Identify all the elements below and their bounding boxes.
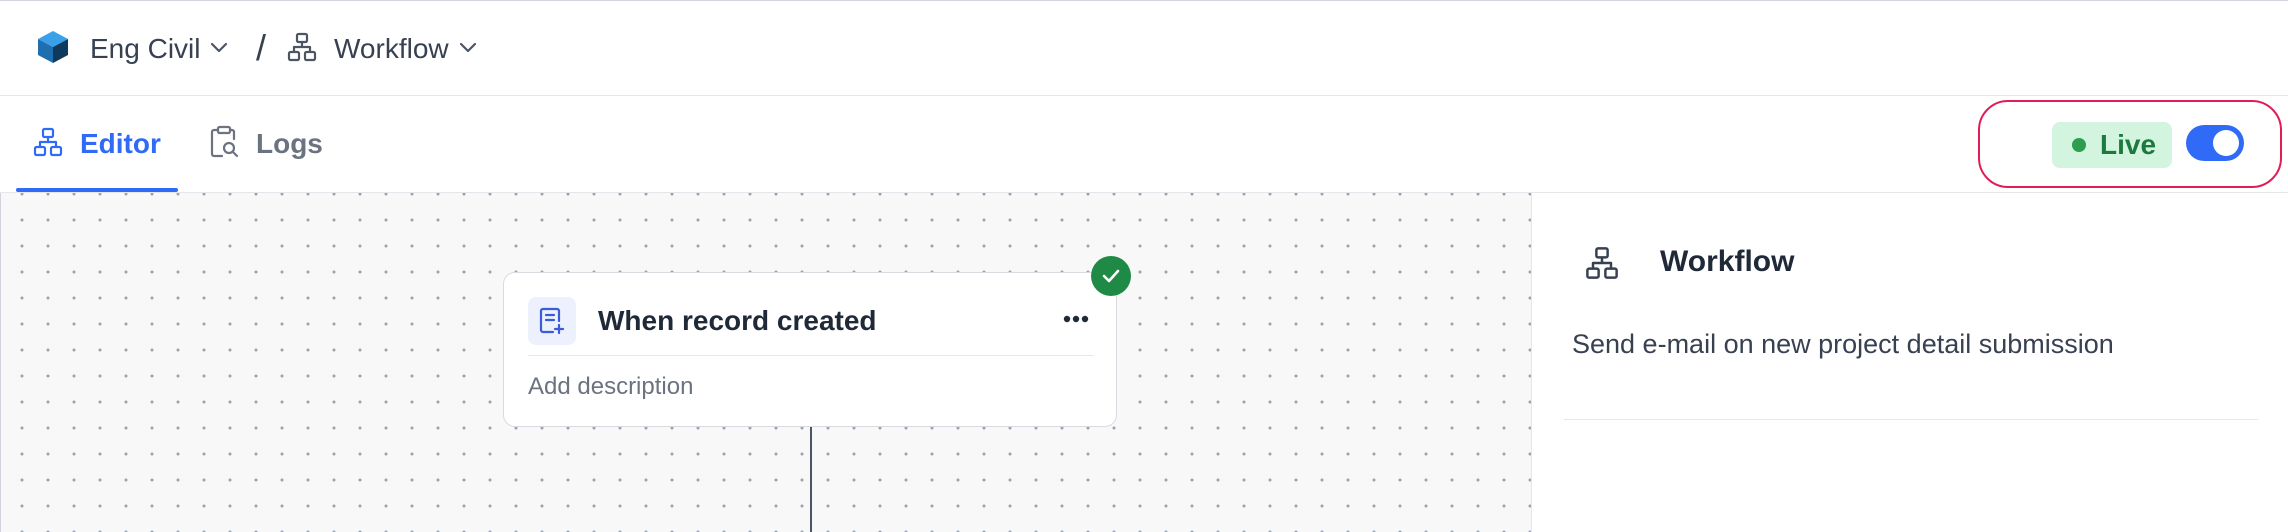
breadcrumb-workspace[interactable]: Eng Civil xyxy=(34,30,228,67)
tab-bar: Editor Logs Live xyxy=(0,96,2288,193)
panel-divider xyxy=(1564,419,2258,420)
tab-logs-label: Logs xyxy=(256,128,323,159)
status-badge-label: Live xyxy=(2100,129,2157,160)
trigger-node[interactable]: When record created Add description xyxy=(503,272,1117,427)
panel-description[interactable]: Send e-mail on new project detail submis… xyxy=(1572,329,2114,360)
breadcrumb-workspace-label: Eng Civil xyxy=(90,33,201,64)
active-tab-indicator xyxy=(16,188,178,192)
panel-title: Workflow xyxy=(1660,245,1795,278)
workflow-hierarchy-icon xyxy=(1584,245,1620,286)
breadcrumb-workflow-label: Workflow xyxy=(334,33,449,64)
workflow-hierarchy-icon xyxy=(32,126,64,163)
breadcrumb-workflow[interactable]: Workflow xyxy=(286,31,477,67)
workflow-details-panel: Workflow Send e-mail on new project deta… xyxy=(1531,193,2288,532)
check-icon xyxy=(1091,256,1131,296)
chevron-down-icon xyxy=(210,41,228,59)
breadcrumb-separator: / xyxy=(256,27,267,68)
node-description-input[interactable]: Add description xyxy=(528,373,693,401)
tab-logs[interactable]: Logs xyxy=(208,96,323,192)
document-add-icon xyxy=(528,297,576,345)
cube-logo-icon xyxy=(34,28,72,71)
chevron-down-icon xyxy=(459,41,477,59)
tab-editor[interactable]: Editor xyxy=(32,96,161,192)
live-dot-icon xyxy=(2072,138,2086,152)
top-bar: Eng Civil / Workflow xyxy=(0,0,2288,96)
toggle-knob xyxy=(2213,130,2239,156)
trigger-node-title: When record created xyxy=(598,305,877,336)
live-status-group: Live xyxy=(1978,100,2282,188)
status-badge: Live xyxy=(2052,122,2172,168)
node-divider xyxy=(528,355,1094,356)
workflow-hierarchy-icon xyxy=(286,31,318,68)
tab-editor-label: Editor xyxy=(80,128,161,159)
live-toggle[interactable] xyxy=(2186,125,2244,161)
clipboard-search-icon xyxy=(208,125,240,164)
node-connector-line xyxy=(810,427,812,532)
more-horizontal-icon[interactable] xyxy=(1056,299,1096,339)
